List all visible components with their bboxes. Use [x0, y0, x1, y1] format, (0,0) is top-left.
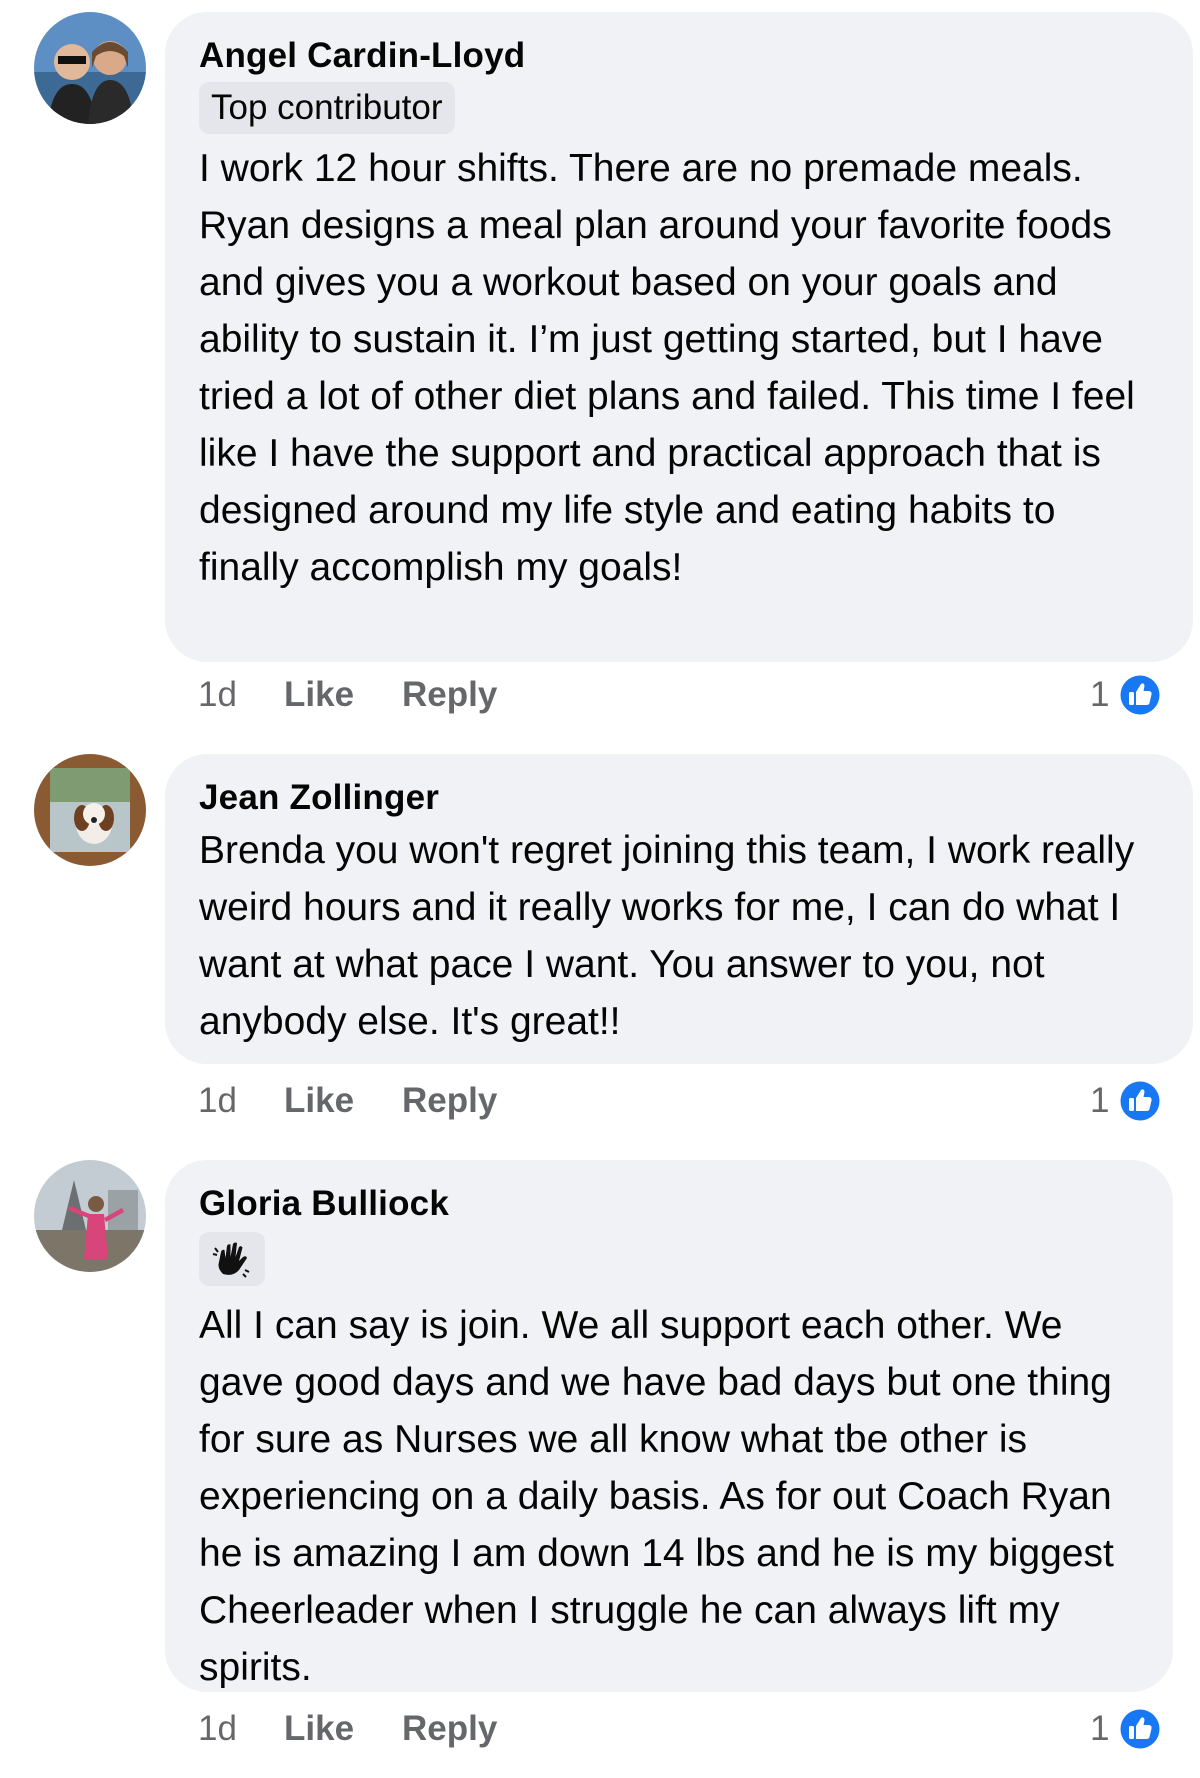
comment-timestamp[interactable]: 1d [198, 1704, 284, 1754]
comment-text: All I can say is join. We all support ea… [199, 1304, 1114, 1689]
avatar[interactable] [34, 754, 146, 866]
new-member-badge [199, 1232, 265, 1286]
thumbs-up-icon [1118, 1079, 1163, 1123]
comment-bubble: Gloria Bulliock All I can say is join. W… [165, 1160, 1173, 1692]
comment-author[interactable]: Angel Cardin-Lloyd [199, 34, 1159, 78]
like-button[interactable]: Like [284, 1704, 402, 1754]
reaction-count: 1 [1090, 1709, 1110, 1748]
reaction-summary[interactable]: 1 [1090, 1076, 1163, 1126]
comment-timestamp[interactable]: 1d [198, 1076, 284, 1126]
reaction-count: 1 [1090, 675, 1110, 714]
reaction-summary[interactable]: 1 [1090, 670, 1163, 720]
comment-actions: 1d Like Reply [198, 670, 497, 720]
waving-hand-icon [212, 1242, 250, 1278]
reply-button[interactable]: Reply [402, 1704, 497, 1754]
comment-author[interactable]: Gloria Bulliock [199, 1182, 1139, 1226]
avatar[interactable] [34, 1160, 146, 1272]
comment-bubble: Angel Cardin-Lloyd Top contributor I wor… [165, 12, 1193, 662]
reply-button[interactable]: Reply [402, 670, 497, 720]
comment-text: Brenda you won't regret joining this tea… [199, 829, 1135, 1043]
thumbs-up-icon [1118, 1707, 1163, 1751]
comment-timestamp[interactable]: 1d [198, 670, 284, 720]
reaction-summary[interactable]: 1 [1090, 1704, 1163, 1754]
comment-bubble: Jean Zollinger Brenda you won't regret j… [165, 754, 1193, 1064]
comment-actions: 1d Like Reply [198, 1704, 497, 1754]
reaction-count: 1 [1090, 1081, 1110, 1120]
avatar[interactable] [34, 12, 146, 124]
like-button[interactable]: Like [284, 1076, 402, 1126]
top-contributor-badge: Top contributor [199, 82, 455, 134]
thumbs-up-icon [1118, 673, 1163, 717]
comment-actions: 1d Like Reply [198, 1076, 497, 1126]
comment-author[interactable]: Jean Zollinger [199, 776, 1159, 820]
reply-button[interactable]: Reply [402, 1076, 497, 1126]
comment-text: I work 12 hour shifts. There are no prem… [199, 147, 1135, 589]
like-button[interactable]: Like [284, 670, 402, 720]
